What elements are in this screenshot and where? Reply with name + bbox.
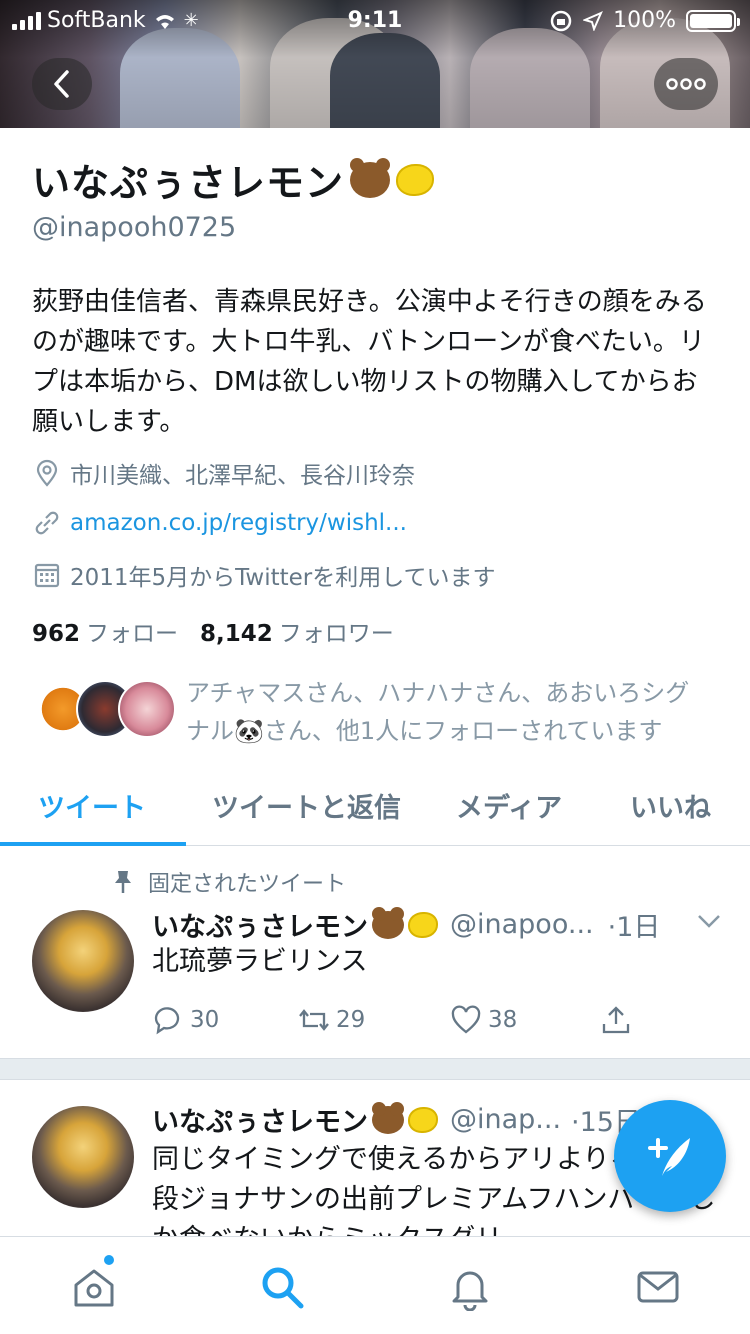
profile-joined: 2011年5月からTwitterを利用しています — [32, 558, 496, 592]
battery-percent: 100% — [613, 8, 676, 33]
reply-count: 30 — [190, 1007, 220, 1033]
active-tab-indicator — [0, 842, 186, 846]
retweet-count: 29 — [336, 1007, 366, 1033]
profile-bio: 荻野由佳信者、青森県民好き。公演中よそ行きの顔をみるのが趣味です。大トロ牛乳、バ… — [32, 287, 707, 437]
notification-dot — [104, 1255, 114, 1265]
bottom-navigation — [0, 1236, 750, 1334]
tab-likes[interactable]: いいね — [630, 786, 711, 825]
bear-emoji-icon — [350, 157, 391, 198]
followers-label: フォロワー — [278, 621, 394, 647]
status-right: 100% — [549, 8, 740, 33]
profile-name-text: いなぷぅさレモン — [32, 161, 345, 205]
tweet-header: いなぷぅさレモン @inap... ·15日 — [152, 1100, 641, 1139]
tweet-divider — [0, 1058, 750, 1080]
location-text: 市川美織、北澤早紀、長谷川玲奈 — [70, 463, 415, 489]
tweet-author-name[interactable]: いなぷぅさレモン — [152, 905, 368, 944]
location-arrow-icon — [583, 10, 604, 31]
reply-icon — [154, 1007, 180, 1035]
lemon-emoji-icon — [396, 163, 435, 196]
compose-icon — [648, 1138, 690, 1176]
reply-button[interactable]: 30 — [152, 1004, 219, 1036]
status-bar: SoftBank ✳ 9:11 100% — [0, 0, 750, 42]
tweet-actions: 30 29 38 — [152, 1004, 652, 1040]
follower-avatars — [34, 674, 176, 744]
follow-counts: 962 フォロー 8,142 フォロワー — [32, 614, 394, 648]
following-link[interactable]: 962 フォロー — [32, 614, 178, 648]
location-pin-icon — [36, 459, 58, 487]
tweet-author-name[interactable]: いなぷぅさレモン — [152, 1100, 368, 1139]
tweet-author-handle: @inapoo... — [450, 909, 594, 940]
retweet-button[interactable]: 29 — [298, 1004, 365, 1036]
followers-link[interactable]: 8,142 フォロワー — [200, 614, 394, 648]
back-button[interactable] — [32, 58, 92, 110]
tweet-avatar[interactable] — [32, 1106, 134, 1208]
tweet-header: いなぷぅさレモン @inapoo... ·1日 — [152, 905, 660, 944]
battery-icon — [686, 9, 740, 32]
tweet-avatar[interactable] — [32, 910, 134, 1012]
like-button[interactable]: 38 — [450, 1004, 517, 1036]
tweet-author-handle: @inap... — [450, 1104, 562, 1135]
joined-text: 2011年5月からTwitterを利用しています — [70, 565, 496, 591]
profile-handle: @inapooh0725 — [32, 212, 237, 243]
followed-by[interactable]: アチャマスさん、ハナハナさん、あおいろシグナル🐼さん、他1人にフォローされていま… — [34, 674, 724, 750]
share-button[interactable] — [600, 1004, 632, 1036]
pinned-text: 固定されたツイート — [148, 872, 347, 897]
tweet-time: ·1日 — [607, 912, 661, 943]
chevron-down-icon[interactable] — [696, 912, 722, 930]
following-label: フォロー — [86, 621, 179, 647]
profile-tabs: ツイート ツイートと返信 メディア いいね — [0, 770, 750, 846]
mail-icon[interactable] — [634, 1263, 682, 1311]
lemon-emoji-icon — [408, 1106, 438, 1133]
pin-icon — [115, 871, 131, 893]
tweet-text: 北琉夢ラビリンス — [152, 946, 368, 977]
rotation-lock-icon — [550, 10, 572, 31]
profile-name: いなぷぅさレモン — [32, 152, 435, 207]
bell-icon[interactable] — [446, 1263, 494, 1311]
bear-emoji-icon — [372, 906, 404, 939]
calendar-icon — [34, 563, 60, 588]
search-icon[interactable] — [258, 1263, 306, 1311]
tab-tweets-and-replies[interactable]: ツイートと返信 — [212, 786, 401, 825]
share-icon — [602, 1006, 630, 1034]
followers-count: 8,142 — [200, 621, 273, 647]
lemon-emoji-icon — [408, 911, 438, 938]
chevron-left-icon — [54, 70, 69, 98]
like-count: 38 — [488, 1007, 518, 1033]
following-count: 962 — [32, 621, 81, 647]
bear-emoji-icon — [372, 1101, 404, 1134]
home-icon[interactable] — [70, 1263, 118, 1311]
tab-media[interactable]: メディア — [456, 786, 562, 825]
pinned-label: 固定されたツイート — [112, 866, 346, 898]
more-icon — [666, 78, 706, 90]
profile-location: 市川美織、北澤早紀、長谷川玲奈 — [32, 456, 415, 490]
heart-icon — [451, 1005, 481, 1034]
website-link[interactable]: amazon.co.jp/registry/wishl... — [70, 510, 407, 536]
retweet-icon — [299, 1009, 329, 1031]
compose-button[interactable] — [614, 1100, 726, 1212]
profile-website[interactable]: amazon.co.jp/registry/wishl... — [32, 508, 407, 538]
followed-by-text: アチャマスさん、ハナハナさん、あおいろシグナル🐼さん、他1人にフォローされていま… — [186, 679, 690, 745]
tab-tweets[interactable]: ツイート — [38, 786, 146, 825]
more-button[interactable] — [654, 58, 718, 110]
link-icon — [35, 511, 59, 535]
avatar — [118, 680, 176, 738]
